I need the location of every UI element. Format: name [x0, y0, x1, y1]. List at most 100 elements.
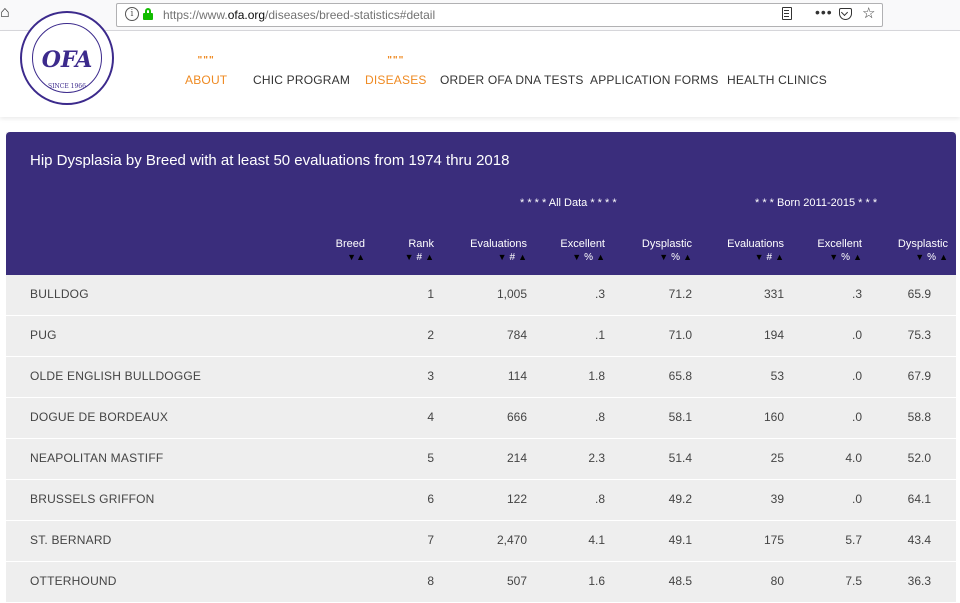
- nav-diseases[interactable]: """ DISEASES: [365, 55, 427, 87]
- table-row[interactable]: PUG 2 784 .1 71.0 194 .0 75.3: [6, 316, 956, 357]
- sort-asc-icon[interactable]: ▲: [683, 252, 692, 262]
- col-header-evaluations[interactable]: Evaluations: [470, 238, 527, 250]
- col-header-excellent[interactable]: Excellent: [560, 238, 605, 250]
- sort-desc-icon[interactable]: ▼: [405, 252, 414, 262]
- col-header-evaluations-born[interactable]: Evaluations: [727, 238, 784, 250]
- cell-evaluations-born: 194: [763, 328, 784, 342]
- unit-label: %: [927, 252, 937, 263]
- cell-breed: ST. BERNARD: [30, 533, 112, 547]
- cell-breed: BULLDOG: [30, 287, 89, 301]
- cell-rank: 2: [427, 328, 434, 342]
- cell-rank: 5: [427, 451, 434, 465]
- sort-controls-dysplastic[interactable]: ▼% ▲: [659, 252, 692, 263]
- reader-view-icon[interactable]: [782, 7, 792, 20]
- pocket-icon[interactable]: [839, 8, 852, 20]
- col-header-excellent-born[interactable]: Excellent: [817, 238, 862, 250]
- sort-controls-excellent[interactable]: ▼% ▲: [572, 252, 605, 263]
- cell-breed: NEAPOLITAN MASTIFF: [30, 451, 164, 465]
- cell-excellent: .8: [594, 492, 605, 506]
- sort-desc-icon[interactable]: ▼: [347, 252, 356, 262]
- cell-excellent-born: .3: [851, 287, 862, 301]
- cell-dysplastic-born: 65.9: [907, 287, 931, 301]
- sort-desc-icon[interactable]: ▼: [915, 252, 924, 262]
- nav-about[interactable]: """ ABOUT: [185, 55, 227, 87]
- sort-controls-excellent-born[interactable]: ▼% ▲: [829, 252, 862, 263]
- cell-excellent: 1.6: [588, 574, 605, 588]
- cell-excellent-born: .0: [851, 328, 862, 342]
- cell-dysplastic: 49.2: [668, 492, 692, 506]
- sort-desc-icon[interactable]: ▼: [659, 252, 668, 262]
- page-actions-more-icon[interactable]: •••: [815, 4, 833, 20]
- sort-asc-icon[interactable]: ▲: [853, 252, 862, 262]
- cell-excellent-born: 4.0: [845, 451, 862, 465]
- cell-excellent: .8: [594, 410, 605, 424]
- logo-text: OFA: [41, 47, 93, 73]
- cell-dysplastic-born: 67.9: [907, 369, 931, 383]
- sort-controls-rank[interactable]: ▼ # ▲: [405, 252, 434, 263]
- cell-dysplastic-born: 52.0: [907, 451, 931, 465]
- table-row[interactable]: BRUSSELS GRIFFON 6 122 .8 49.2 39 .0 64.1: [6, 480, 956, 521]
- unit-label: #: [416, 252, 423, 263]
- address-bar[interactable]: i https://www.ofa.org/diseases/breed-sta…: [116, 3, 883, 27]
- nav-chic-program[interactable]: CHIC PROGRAM: [253, 73, 350, 87]
- col-header-rank[interactable]: Rank: [408, 238, 434, 250]
- cell-dysplastic: 65.8: [668, 369, 692, 383]
- nav-application-forms[interactable]: APPLICATION FORMS: [590, 73, 719, 87]
- cell-breed: OLDE ENGLISH BULLDOGGE: [30, 369, 202, 383]
- nav-order-dna-tests[interactable]: ORDER OFA DNA TESTS: [440, 73, 584, 87]
- url-text[interactable]: https://www.ofa.org/diseases/breed-stati…: [163, 8, 435, 22]
- sort-asc-icon[interactable]: ▲: [775, 252, 784, 262]
- cell-rank: 8: [427, 574, 434, 588]
- page-info-icon[interactable]: i: [125, 7, 139, 21]
- table-row[interactable]: BULLDOG 1 1,005 .3 71.2 331 .3 65.9: [6, 275, 956, 316]
- cell-dysplastic: 48.5: [668, 574, 692, 588]
- cell-evaluations-born: 175: [763, 533, 784, 547]
- table-row[interactable]: OTTERHOUND 8 507 1.6 48.5 80 7.5 36.3: [6, 562, 956, 603]
- site-header: OFA SINCE 1966 """ ABOUT CHIC PROGRAM """…: [0, 11, 960, 117]
- sort-desc-icon[interactable]: ▼: [755, 252, 764, 262]
- home-icon[interactable]: ⌂: [0, 4, 10, 22]
- cell-excellent-born: .0: [851, 410, 862, 424]
- group-label-all-data: * * * * All Data * * * *: [520, 197, 617, 209]
- table-row[interactable]: NEAPOLITAN MASTIFF 5 214 2.3 51.4 25 4.0 52.0: [6, 439, 956, 480]
- table-title: Hip Dysplasia by Breed with at least 50 …: [30, 152, 510, 169]
- sort-controls-evaluations-born[interactable]: ▼ # ▲: [755, 252, 784, 263]
- sort-controls-dysplastic-born[interactable]: ▼% ▲: [915, 252, 948, 263]
- col-header-dysplastic-born[interactable]: Dysplastic: [898, 238, 948, 250]
- sort-asc-icon[interactable]: ▲: [425, 252, 434, 262]
- sort-controls-breed[interactable]: ▼▲: [347, 252, 365, 262]
- cell-evaluations-born: 25: [770, 451, 784, 465]
- breed-statistics-panel: Hip Dysplasia by Breed with at least 50 …: [6, 132, 956, 603]
- nav-chic-label: CHIC PROGRAM: [253, 73, 351, 87]
- sort-desc-icon[interactable]: ▼: [829, 252, 838, 262]
- table-row[interactable]: OLDE ENGLISH BULLDOGGE 3 114 1.8 65.8 53 .0 67.…: [6, 357, 956, 398]
- col-header-breed[interactable]: Breed: [336, 238, 365, 250]
- cell-rank: 6: [427, 492, 434, 506]
- cell-evaluations: 1,005: [496, 287, 527, 301]
- nav-diseases-label: DISEASES: [365, 73, 427, 87]
- sort-asc-icon[interactable]: ▲: [518, 252, 527, 262]
- sort-asc-icon[interactable]: ▲: [939, 252, 948, 262]
- ofa-logo[interactable]: OFA SINCE 1966: [20, 11, 114, 105]
- sort-asc-icon[interactable]: ▲: [596, 252, 605, 262]
- cell-excellent: .1: [594, 328, 605, 342]
- col-header-dysplastic[interactable]: Dysplastic: [642, 238, 692, 250]
- cell-breed: BRUSSELS GRIFFON: [30, 492, 155, 506]
- table-row[interactable]: DOGUE DE BORDEAUX 4 666 .8 58.1 160 .0 58.8: [6, 398, 956, 439]
- nav-active-marker: """: [197, 55, 215, 66]
- cell-excellent-born: 7.5: [845, 574, 862, 588]
- sort-desc-icon[interactable]: ▼: [498, 252, 507, 262]
- unit-label: %: [841, 252, 851, 263]
- cell-dysplastic-born: 58.8: [907, 410, 931, 424]
- logo-since: SINCE 1966: [48, 83, 86, 90]
- cell-excellent-born: .0: [851, 492, 862, 506]
- nav-health-clinics[interactable]: HEALTH CLINICS: [727, 73, 827, 87]
- sort-controls-evaluations[interactable]: ▼ # ▲: [498, 252, 527, 263]
- cell-excellent: 4.1: [588, 533, 605, 547]
- sort-asc-icon[interactable]: ▲: [356, 252, 365, 262]
- bookmark-star-icon[interactable]: ☆: [862, 4, 875, 22]
- sort-desc-icon[interactable]: ▼: [572, 252, 581, 262]
- table-row[interactable]: ST. BERNARD 7 2,470 4.1 49.1 175 5.7 43.4: [6, 521, 956, 562]
- cell-evaluations: 122: [506, 492, 527, 506]
- url-prefix: https://www.: [163, 8, 228, 22]
